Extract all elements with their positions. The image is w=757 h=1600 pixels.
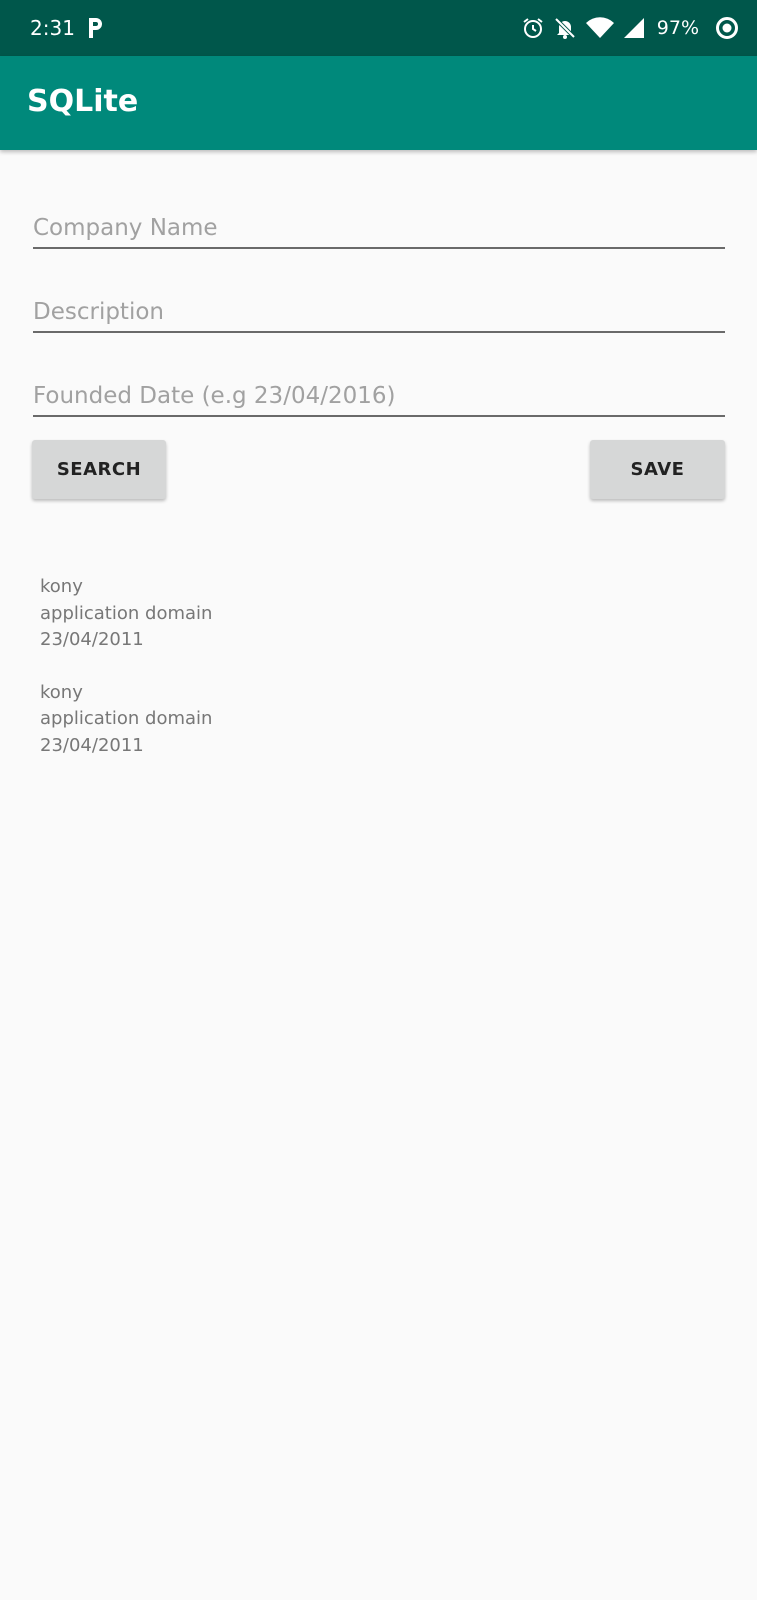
status-bar: 2:31 97% <box>0 0 757 56</box>
search-button[interactable]: SEARCH <box>32 440 166 499</box>
description-text: application domain <box>40 602 213 624</box>
founded-date-input[interactable] <box>33 383 725 409</box>
list-item[interactable]: kony application domain 23/04/2011 <box>40 574 212 654</box>
circle-target-icon <box>715 16 739 40</box>
company-name-input[interactable] <box>33 215 725 241</box>
founded-date-text: 23/04/2011 <box>40 734 144 756</box>
list-item[interactable]: kony application domain 23/04/2011 <box>40 680 212 760</box>
notifications-off-icon <box>553 16 577 40</box>
company-name-text: kony <box>40 576 83 597</box>
wifi-icon <box>585 16 615 40</box>
signal-icon <box>623 16 645 40</box>
app-bar: SQLite <box>0 56 757 150</box>
company-name-text: kony <box>40 681 83 703</box>
results-list: kony application domain 23/04/2011 kony … <box>40 574 212 785</box>
battery-percent: 97% <box>656 17 699 39</box>
founded-date-field <box>33 359 725 417</box>
app-title: SQLite <box>27 84 139 119</box>
status-icons: 97% <box>513 13 739 43</box>
status-time: 2:31 <box>30 16 75 40</box>
description-text: application domain <box>40 708 213 729</box>
description-input[interactable] <box>33 299 725 325</box>
save-button[interactable]: SAVE <box>590 440 725 499</box>
parking-icon <box>86 15 104 41</box>
company-name-field <box>33 191 725 249</box>
description-field <box>33 275 725 333</box>
alarm-icon <box>521 16 545 40</box>
founded-date-text: 23/04/2011 <box>40 629 144 650</box>
